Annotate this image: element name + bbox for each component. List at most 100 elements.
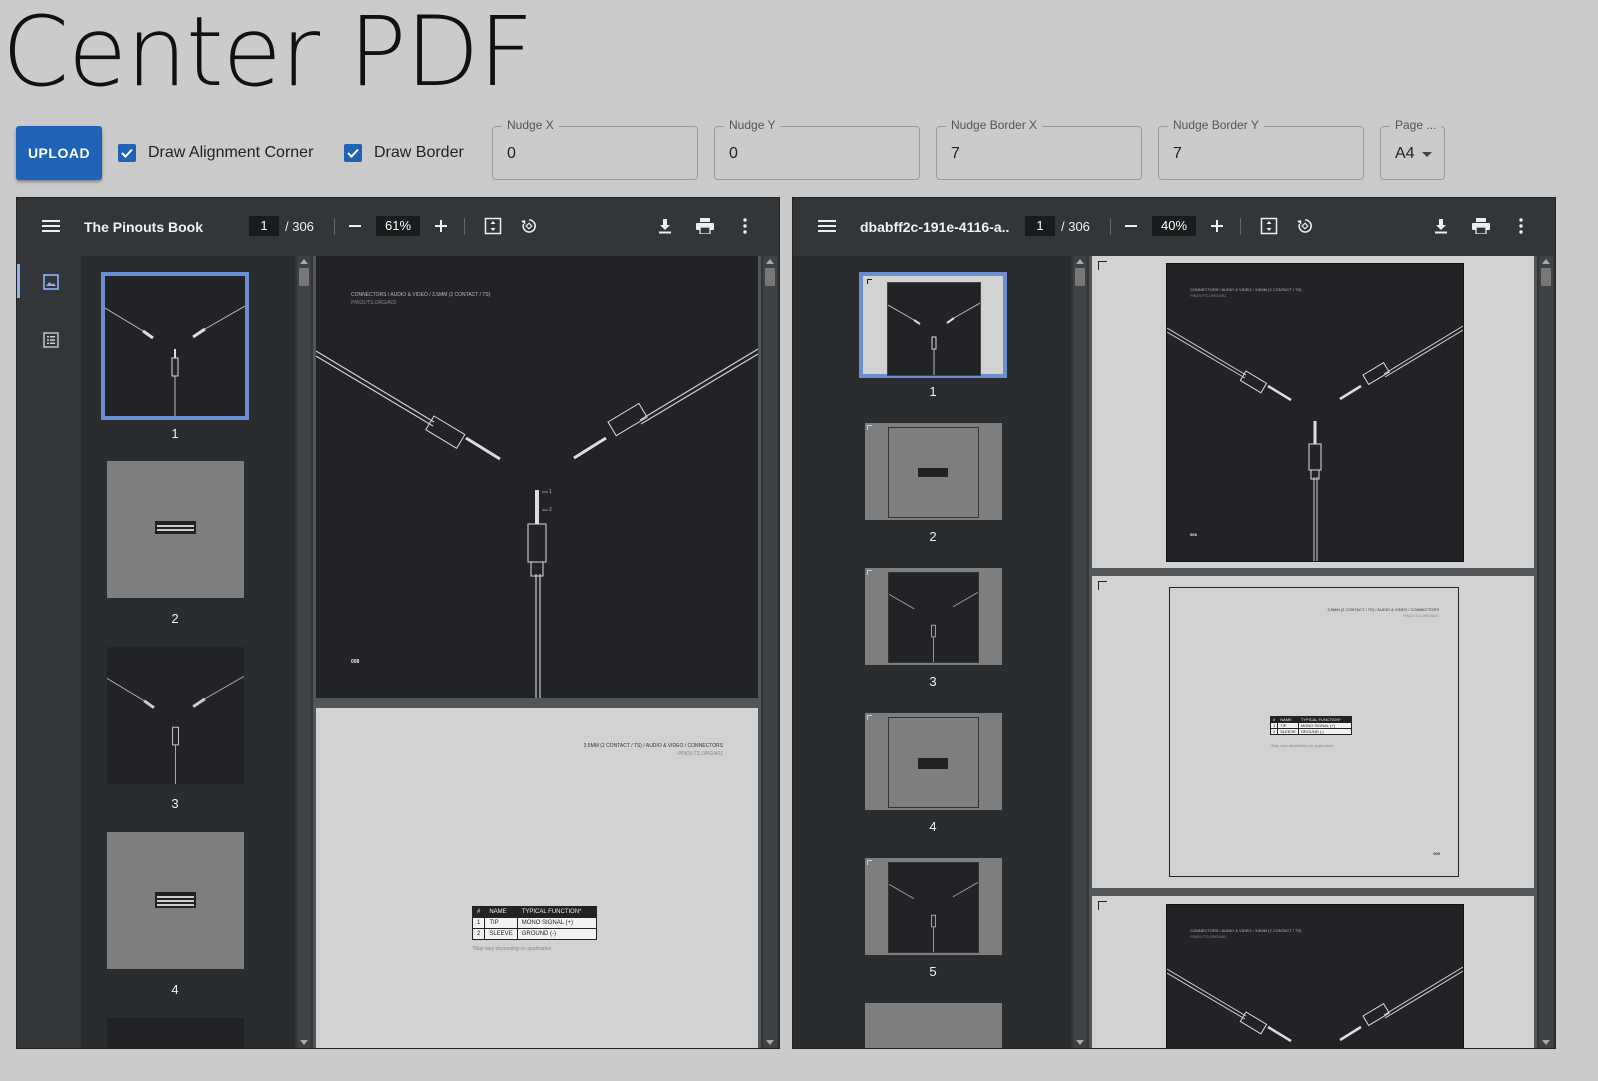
fit-to-page-icon[interactable]: [483, 216, 503, 236]
table-footnote: *May vary depending on application: [1270, 743, 1334, 748]
table-cell: GROUND (-): [1297, 728, 1352, 735]
page-content: CONNECTORS / AUDIO & VIDEO / 3.5MM (2 CO…: [1166, 904, 1464, 1048]
page-total: / 306: [285, 219, 314, 234]
zoom-out-icon[interactable]: [1121, 216, 1141, 236]
thumbnail-page-2[interactable]: [865, 423, 1002, 520]
page-number-input[interactable]: 1: [249, 216, 279, 236]
draw-border-label: Draw Border: [374, 144, 464, 161]
thumbnail-number: 1: [929, 384, 937, 399]
alignment-corner-mark: [867, 860, 872, 865]
thumbnail-page-5[interactable]: [865, 858, 1002, 955]
scroll-down-arrow-icon[interactable]: [300, 1040, 308, 1045]
page-border: 3.5MM (2 CONTACT / TS) / AUDIO & VIDEO /…: [1169, 587, 1459, 877]
menu-icon[interactable]: [817, 216, 837, 236]
scrollbar-thumb[interactable]: [1075, 268, 1085, 286]
scroll-down-arrow-icon[interactable]: [766, 1040, 774, 1045]
page-scrollbar[interactable]: [763, 256, 777, 1048]
page-subheader-text: PINOUTS.ORG/A01: [1190, 934, 1227, 939]
document-title: dbabff2c-191e-4116-a...: [860, 219, 1010, 235]
thumbnail-page-4[interactable]: [107, 832, 244, 969]
menu-icon[interactable]: [41, 216, 61, 236]
toolbar-divider: [334, 218, 335, 235]
table-header: NAME: [484, 906, 518, 918]
draw-border-checkbox[interactable]: Draw Border: [344, 142, 464, 164]
scrollbar-thumb[interactable]: [765, 268, 775, 286]
nudge-border-y-value[interactable]: 7: [1173, 145, 1182, 163]
scroll-up-arrow-icon[interactable]: [1076, 259, 1084, 264]
nudge-border-x-value[interactable]: 7: [951, 145, 960, 163]
download-icon[interactable]: [1431, 216, 1451, 236]
fit-to-page-icon[interactable]: [1259, 216, 1279, 236]
pinout-table-illustration: [155, 521, 196, 534]
page-subheader-text: PINOUTS.ORG/A01: [677, 751, 723, 757]
nudge-y-value[interactable]: 0: [729, 145, 738, 163]
draw-alignment-corner-checkbox[interactable]: Draw Alignment Corner: [118, 142, 313, 164]
scrollbar-thumb[interactable]: [299, 268, 309, 286]
thumbnail-page-4[interactable]: [865, 713, 1002, 810]
page-header-text: CONNECTORS / AUDIO & VIDEO / 3.5MM (2 CO…: [351, 292, 491, 298]
thumbnail-page-2[interactable]: [107, 461, 244, 598]
page-size-value[interactable]: A4: [1395, 145, 1415, 163]
document-title: The Pinouts Book: [84, 219, 203, 235]
nudge-border-y-field[interactable]: Nudge Border Y 7: [1158, 118, 1364, 180]
page-canvas[interactable]: CONNECTORS / AUDIO & VIDEO / 3.5MM (2 CO…: [1089, 256, 1537, 1048]
cables-illustration: [888, 302, 980, 375]
checkbox-checked-icon[interactable]: [344, 144, 362, 162]
page-number-text: 008: [351, 659, 360, 665]
alignment-corner-mark: [867, 570, 872, 575]
print-icon[interactable]: [695, 216, 715, 236]
rotate-icon[interactable]: [519, 216, 539, 236]
zoom-in-icon[interactable]: [1207, 216, 1227, 236]
pinout-table-preview: [918, 468, 948, 477]
scroll-down-arrow-icon[interactable]: [1076, 1040, 1084, 1045]
more-options-icon[interactable]: [735, 216, 755, 236]
page-header-text: 3.5MM (2 CONTACT / TS) / AUDIO & VIDEO /…: [1327, 607, 1440, 612]
scroll-up-arrow-icon[interactable]: [300, 259, 308, 264]
dropdown-caret-icon[interactable]: [1422, 152, 1432, 157]
page-border: [888, 427, 979, 518]
upload-button[interactable]: UPLOAD: [16, 126, 102, 180]
page-size-select[interactable]: Page ... A4: [1380, 118, 1445, 180]
zoom-level-input[interactable]: 40%: [1152, 216, 1196, 236]
pdf-page-1: CONNECTORS / AUDIO & VIDEO / 3.5MM (2 CO…: [316, 256, 758, 698]
thumbnail-page-3[interactable]: [865, 568, 1002, 665]
scrollbar-thumb[interactable]: [1541, 268, 1551, 286]
thumbnail-scrollbar[interactable]: [1073, 256, 1087, 1048]
zoom-out-icon[interactable]: [345, 216, 365, 236]
page-subheader-text: PINOUTS.ORG/A01: [1402, 613, 1439, 618]
outline-view-icon[interactable]: [41, 330, 61, 350]
nudge-y-field[interactable]: Nudge Y 0: [714, 118, 920, 180]
scroll-up-arrow-icon[interactable]: [766, 259, 774, 264]
thumbnail-number: 2: [171, 611, 179, 626]
nudge-x-field[interactable]: Nudge X 0: [492, 118, 698, 180]
table-cell: SLEEVE: [484, 928, 518, 940]
print-icon[interactable]: [1471, 216, 1491, 236]
thumbnail-page-3[interactable]: [107, 647, 244, 784]
page-preview: [888, 572, 979, 663]
thumbnail-page-5[interactable]: [107, 1018, 244, 1048]
thumbnail-view-icon[interactable]: [41, 272, 61, 292]
zoom-level-input[interactable]: 61%: [376, 216, 420, 236]
page-border: [888, 717, 979, 808]
thumbnail-page-1[interactable]: [859, 272, 1007, 378]
page-total: / 306: [1061, 219, 1090, 234]
nudge-x-value[interactable]: 0: [507, 145, 516, 163]
checkbox-checked-icon[interactable]: [118, 144, 136, 162]
rotate-icon[interactable]: [1295, 216, 1315, 236]
more-options-icon[interactable]: [1511, 216, 1531, 236]
thumbnail-page-1[interactable]: [101, 272, 249, 420]
thumbnail-scrollbar[interactable]: [297, 256, 311, 1048]
thumbnail-page-6[interactable]: [865, 1003, 1002, 1048]
zoom-in-icon[interactable]: [431, 216, 451, 236]
nudge-border-x-field[interactable]: Nudge Border X 7: [936, 118, 1142, 180]
page-number-input[interactable]: 1: [1025, 216, 1055, 236]
toolbar-divider: [1110, 218, 1111, 235]
download-icon[interactable]: [655, 216, 675, 236]
page-scrollbar[interactable]: [1539, 256, 1553, 1048]
page-canvas[interactable]: CONNECTORS / AUDIO & VIDEO / 3.5MM (2 CO…: [313, 256, 761, 1048]
pinout-table-preview: [918, 758, 948, 769]
toolbar-divider: [464, 218, 465, 235]
scroll-up-arrow-icon[interactable]: [1542, 259, 1550, 264]
scroll-down-arrow-icon[interactable]: [1542, 1040, 1550, 1045]
page-header-text: 3.5MM (2 CONTACT / TS) / AUDIO & VIDEO /…: [583, 743, 723, 749]
